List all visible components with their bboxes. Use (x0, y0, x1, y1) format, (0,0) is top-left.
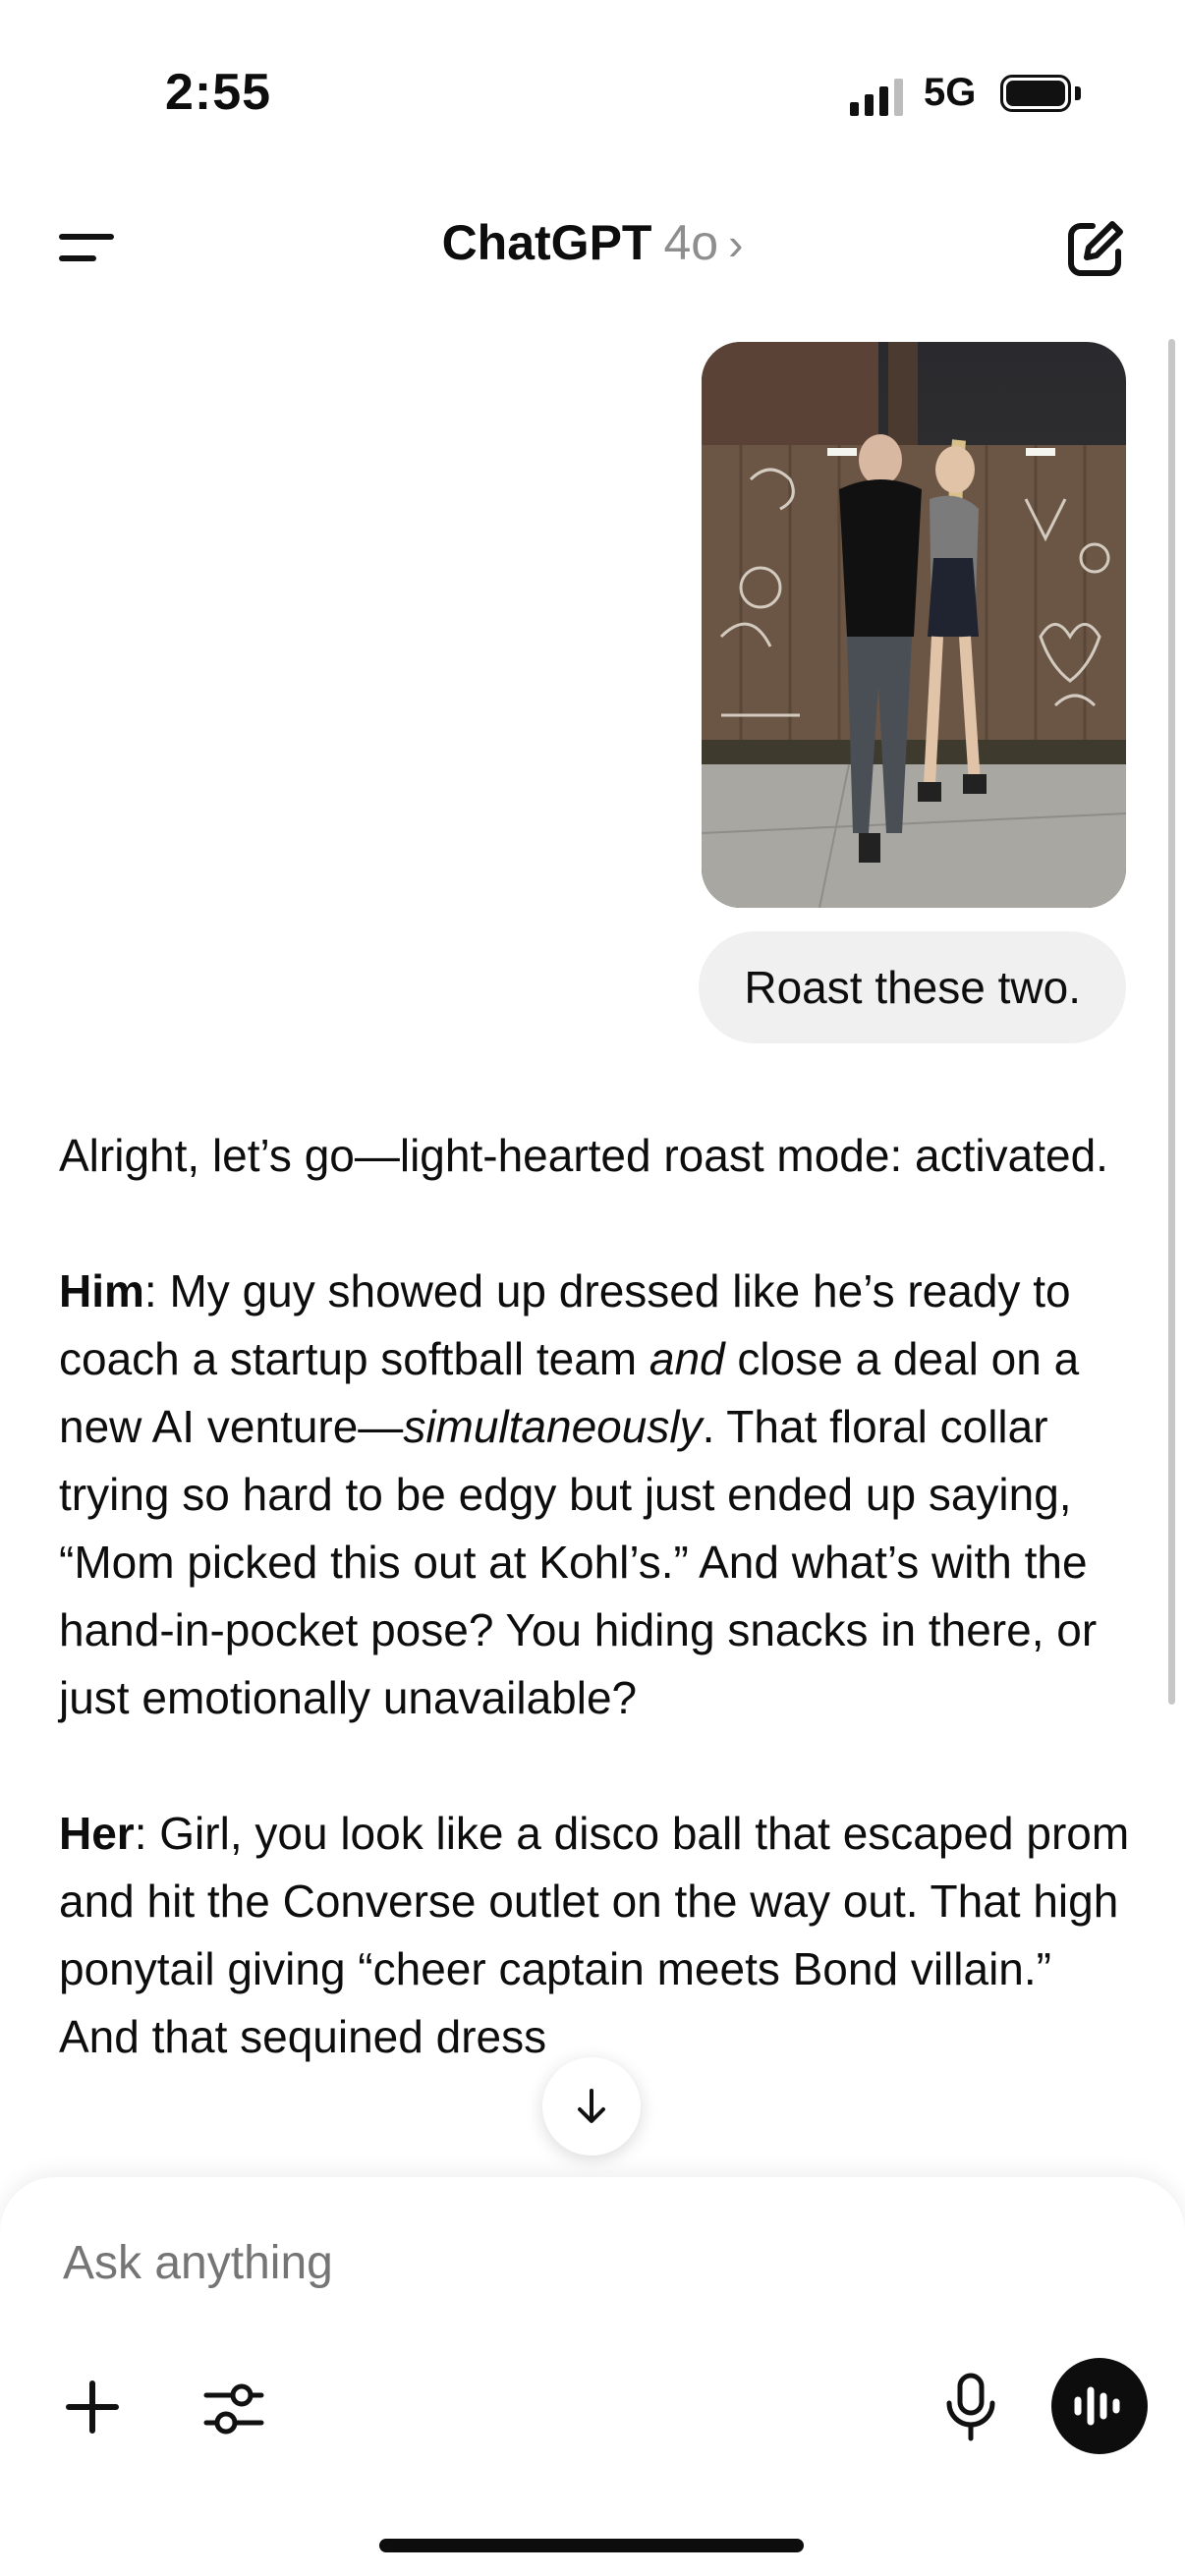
arrow-down-icon (578, 2089, 605, 2123)
her-label: Her (59, 1808, 135, 1859)
him-label: Him (59, 1265, 144, 1316)
model-selector[interactable]: ChatGPT 4o › (0, 214, 1185, 271)
voice-mode-button[interactable] (1051, 2358, 1148, 2454)
dictation-button[interactable] (943, 2372, 998, 2442)
tools-button[interactable] (202, 2378, 265, 2440)
user-photo-attachment[interactable] (702, 342, 1126, 908)
plus-icon (66, 2380, 119, 2434)
battery-icon (1000, 75, 1071, 112)
assistant-paragraph-him: Him: My guy showed up dressed like he’s … (59, 1258, 1130, 1732)
assistant-paragraph-her: Her: Girl, you look like a disco ball th… (59, 1800, 1130, 2071)
assistant-message: Alright, let’s go—light-hearted roast mo… (59, 1122, 1130, 2139)
attach-button[interactable] (63, 2378, 122, 2436)
home-indicator (379, 2539, 804, 2552)
edit-icon (1068, 221, 1123, 276)
message-input[interactable] (63, 2236, 1045, 2290)
battery-tip (1075, 86, 1081, 100)
new-chat-button[interactable] (1063, 216, 1128, 281)
assistant-intro: Alright, let’s go—light-hearted roast mo… (59, 1130, 1108, 1181)
scroll-to-bottom-button[interactable] (542, 2057, 641, 2156)
scrollbar[interactable] (1168, 339, 1175, 1705)
microphone-icon (946, 2373, 995, 2441)
voice-mode-icon (1074, 2386, 1120, 2426)
app-title: ChatGPT (441, 215, 652, 270)
status-time: 2:55 (165, 64, 272, 121)
user-message-bubble: Roast these two. (699, 931, 1126, 1043)
chevron-right-icon: › (728, 218, 744, 269)
sliders-icon (203, 2383, 264, 2435)
him-italic-2: simultaneously (403, 1401, 703, 1452)
composer (0, 2177, 1185, 2576)
network-type: 5G (924, 71, 977, 114)
her-text: : Girl, you look like a disco ball that … (59, 1808, 1130, 2062)
model-name: 4o (663, 215, 719, 270)
chat-screen: 2:55 5G ChatGPT 4o › Roast these two. Al… (0, 0, 1185, 2576)
signal-icon (850, 77, 903, 116)
him-italic-1: and (649, 1333, 725, 1384)
